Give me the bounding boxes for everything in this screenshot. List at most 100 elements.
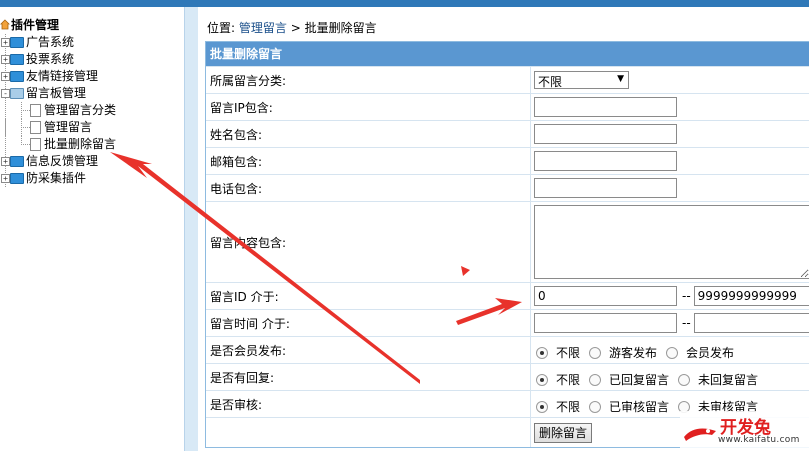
radio-icon[interactable]: [678, 373, 691, 386]
tree-node-ads[interactable]: + 广告系统: [0, 34, 184, 51]
radio-checked-icon[interactable]: [536, 373, 548, 386]
tree-subnode-label[interactable]: 管理留言: [44, 119, 92, 136]
phone-cell: [530, 175, 809, 201]
reply-option-label: 已回复留言: [609, 372, 670, 387]
panel-splitter[interactable]: [184, 7, 198, 451]
expand-plus-icon[interactable]: +: [1, 72, 10, 81]
ip-label: 留言IP包含:: [210, 100, 273, 115]
tree-guide-line: [5, 136, 6, 153]
row-member: 是否会员发布: 不限 游客发布 会员发布: [206, 336, 809, 363]
open-folder-icon: [10, 88, 24, 99]
row-id-range: 留言ID 介于: --: [206, 282, 809, 309]
radio-icon[interactable]: [589, 373, 602, 386]
breadcrumb-separator: >: [286, 21, 305, 35]
collapse-minus-icon[interactable]: -: [1, 89, 10, 98]
tree-subnode-batch-delete[interactable]: 批量删除留言: [0, 136, 184, 153]
audit-label: 是否审核:: [210, 397, 263, 412]
expand-plus-icon[interactable]: +: [1, 55, 10, 64]
time-range-cell: --: [530, 310, 809, 336]
tree-node-label[interactable]: 信息反馈管理: [26, 153, 98, 170]
tree-node-label[interactable]: 投票系统: [26, 51, 74, 68]
tree-subnode-manage[interactable]: 管理留言: [0, 119, 184, 136]
tree-node-label[interactable]: 友情链接管理: [26, 68, 98, 85]
id-range-label: 留言ID 介于:: [210, 289, 279, 304]
audit-option-approved[interactable]: 已审核留言: [589, 398, 669, 415]
tree-subnode-label[interactable]: 批量删除留言: [44, 136, 117, 153]
expand-plus-icon[interactable]: +: [1, 174, 10, 183]
breadcrumb-current: 批量删除留言: [304, 21, 377, 35]
time-range-label: 留言时间 介于:: [210, 316, 290, 331]
member-radios: 不限 游客发布 会员发布: [530, 337, 809, 363]
plugin-tree: 插件管理 + 广告系统 + 投票系统 + 友情链接管理 - 留言板管理 管理留言…: [0, 17, 184, 187]
dropdown-arrow-icon: ▼: [617, 74, 624, 84]
tree-guide-line: [21, 127, 30, 128]
folder-icon: [10, 156, 24, 167]
name-label: 姓名包含:: [210, 127, 263, 142]
name-cell: [530, 121, 809, 147]
tree-node-label[interactable]: 防采集插件: [26, 170, 86, 187]
breadcrumb-prefix: 位置:: [207, 21, 239, 35]
tree-node-links[interactable]: + 友情链接管理: [0, 68, 184, 85]
radio-icon[interactable]: [589, 400, 602, 413]
reply-label: 是否有回复:: [210, 370, 275, 385]
tree-root: 插件管理: [0, 17, 184, 34]
tree-node-guestbook[interactable]: - 留言板管理: [0, 85, 184, 102]
tree-subnode-categories[interactable]: 管理留言分类: [0, 102, 184, 119]
audit-option-any[interactable]: 不限: [536, 398, 580, 415]
member-option-label: 不限: [556, 345, 581, 360]
reply-option-unreplied[interactable]: 未回复留言: [678, 371, 758, 388]
content-cell: [530, 202, 809, 282]
reply-option-label: 未回复留言: [698, 372, 759, 387]
id-to-input[interactable]: [693, 286, 809, 306]
name-input[interactable]: [534, 124, 677, 144]
expand-plus-icon[interactable]: +: [1, 157, 10, 166]
radio-icon[interactable]: [589, 346, 602, 359]
id-from-input[interactable]: [534, 286, 677, 306]
time-from-input[interactable]: [534, 313, 677, 333]
ip-input[interactable]: [534, 97, 677, 117]
tree-subnode-label[interactable]: 管理留言分类: [44, 102, 116, 119]
tree-guide-line: [21, 144, 30, 145]
member-option-label: 游客发布: [609, 345, 658, 360]
main-content: 位置: 管理留言 > 批量删除留言 批量删除留言 所属留言分类: 不限 ▼ 留言…: [198, 7, 809, 451]
audit-option-label: 不限: [556, 399, 581, 414]
time-to-input[interactable]: [693, 313, 809, 333]
tree-node-feedback[interactable]: + 信息反馈管理: [0, 153, 184, 170]
id-range-cell: --: [530, 283, 809, 309]
radio-checked-icon[interactable]: [536, 346, 548, 359]
left-tree-panel: 插件管理 + 广告系统 + 投票系统 + 友情链接管理 - 留言板管理 管理留言…: [0, 7, 184, 451]
folder-icon: [10, 71, 24, 82]
content-label: 留言内容包含:: [210, 235, 287, 250]
member-option-member[interactable]: 会员发布: [666, 344, 734, 361]
radio-icon[interactable]: [666, 346, 679, 359]
delete-messages-button[interactable]: 删除留言: [534, 422, 593, 443]
phone-input[interactable]: [534, 178, 677, 198]
top-menu-strip: [0, 0, 809, 7]
breadcrumb-link[interactable]: 管理留言: [239, 21, 287, 35]
tree-guide-line: [21, 110, 30, 111]
email-input[interactable]: [534, 151, 677, 171]
tree-node-label[interactable]: 广告系统: [26, 34, 74, 51]
ip-cell: [530, 94, 809, 120]
radio-checked-icon[interactable]: [536, 400, 548, 413]
category-select[interactable]: 不限 ▼: [534, 71, 629, 89]
content-textarea[interactable]: [534, 205, 809, 279]
member-option-label: 会员发布: [686, 345, 735, 360]
tree-node-votes[interactable]: + 投票系统: [0, 51, 184, 68]
reply-option-replied[interactable]: 已回复留言: [589, 371, 669, 388]
folder-icon: [10, 173, 24, 184]
row-category: 所属留言分类: 不限 ▼: [206, 66, 809, 93]
reply-option-label: 不限: [556, 372, 581, 387]
reply-option-any[interactable]: 不限: [536, 371, 580, 388]
member-option-any[interactable]: 不限: [536, 344, 580, 361]
form-title: 批量删除留言: [206, 42, 809, 66]
expand-plus-icon[interactable]: +: [1, 38, 10, 47]
tree-guide-line: [5, 119, 6, 136]
breadcrumb: 位置: 管理留言 > 批量删除留言: [207, 19, 377, 36]
row-time-range: 留言时间 介于: --: [206, 309, 809, 336]
page-icon: [30, 104, 41, 117]
tree-node-label[interactable]: 留言板管理: [26, 85, 86, 102]
member-option-guest[interactable]: 游客发布: [589, 344, 657, 361]
row-content: 留言内容包含:: [206, 201, 809, 282]
tree-node-anticollect[interactable]: + 防采集插件: [0, 170, 184, 187]
